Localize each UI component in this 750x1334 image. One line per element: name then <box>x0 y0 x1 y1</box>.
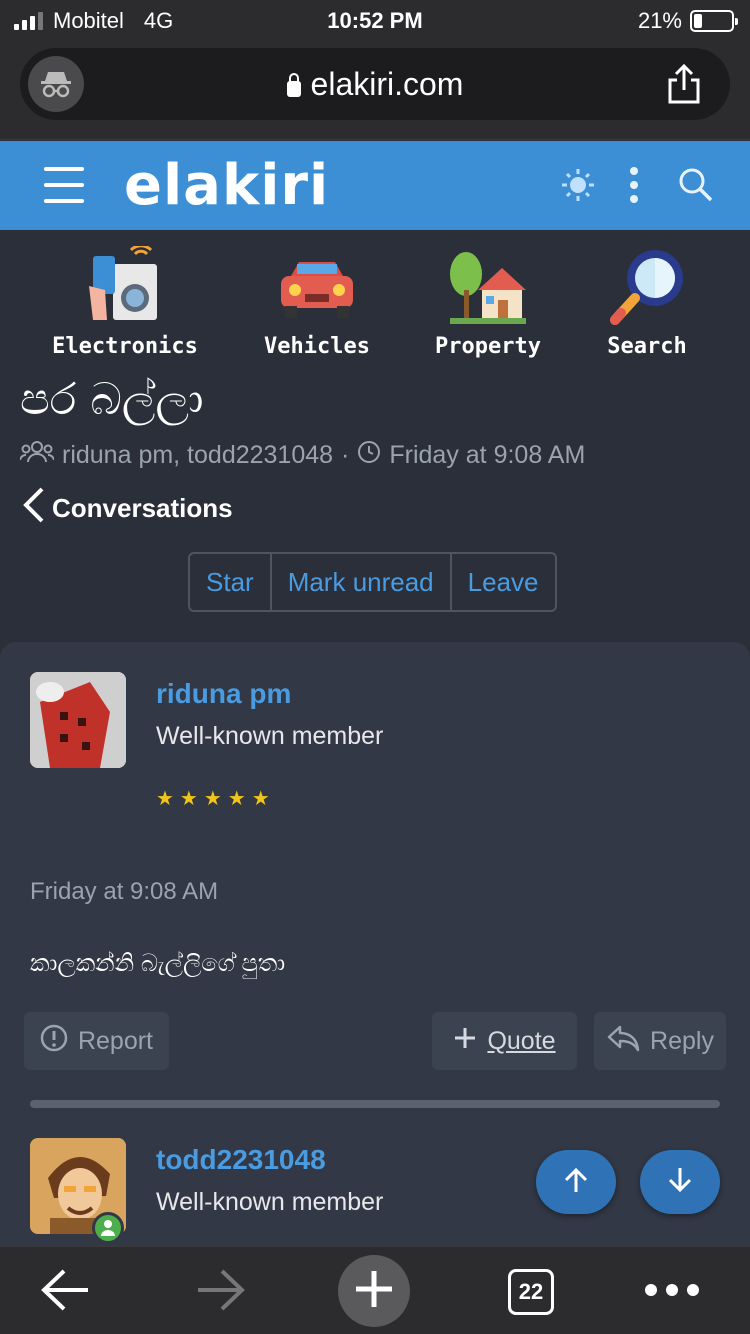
leave-button[interactable]: Leave <box>452 554 555 610</box>
avatar[interactable] <box>30 672 126 768</box>
more-vertical-icon[interactable] <box>614 165 654 205</box>
category-vehicles[interactable]: Vehicles <box>232 246 402 359</box>
alert-icon <box>40 1024 68 1059</box>
rating-stars: ★★★★★ <box>156 788 276 810</box>
reply-icon <box>606 1024 640 1059</box>
category-row: Electronics Vehicles Property Search <box>0 244 750 366</box>
category-label: Property <box>435 334 541 359</box>
forward-arrow-icon[interactable] <box>196 1267 246 1318</box>
username[interactable]: riduna pm <box>156 678 291 710</box>
battery-percent: 21% <box>637 8 682 33</box>
search-icon[interactable] <box>676 165 716 205</box>
tabs-button[interactable]: 22 <box>508 1269 554 1315</box>
conversation-actions: Star Mark unread Leave <box>188 552 557 612</box>
online-status-icon <box>92 1212 124 1244</box>
plus-icon <box>354 1269 394 1314</box>
message-divider <box>30 1100 720 1108</box>
username[interactable]: todd2231048 <box>156 1144 326 1176</box>
meta-separator: · <box>341 441 350 469</box>
more-horizontal-icon[interactable] <box>644 1283 700 1302</box>
message-date[interactable]: Friday at 9:08 AM <box>30 878 218 906</box>
scroll-down-button[interactable] <box>640 1150 720 1214</box>
share-icon[interactable] <box>664 62 704 106</box>
category-label: Electronics <box>52 334 198 359</box>
sun-icon[interactable] <box>558 165 598 205</box>
arrow-down-icon <box>666 1166 694 1199</box>
electronics-icon <box>83 244 167 330</box>
browser-toolbar: elakiri.com <box>0 40 750 140</box>
back-arrow-icon[interactable] <box>40 1267 90 1318</box>
category-search[interactable]: Search <box>562 246 732 359</box>
category-label: Vehicles <box>264 334 370 359</box>
magnifier-icon <box>605 246 689 330</box>
chevron-left-icon <box>22 486 46 531</box>
browser-bottom-toolbar: 22 <box>0 1246 750 1334</box>
site-logo[interactable]: elakiri <box>124 153 329 218</box>
arrow-up-icon <box>562 1166 590 1199</box>
reply-button[interactable]: Reply <box>594 1012 726 1070</box>
page-title: පර බල්ලා <box>20 374 204 425</box>
user-title: Well-known member <box>156 1188 384 1216</box>
back-label: Conversations <box>52 493 233 523</box>
user-title: Well-known member <box>156 722 384 750</box>
lock-icon <box>286 73 301 97</box>
report-button[interactable]: Report <box>24 1012 169 1070</box>
quote-button[interactable]: Quote <box>432 1012 577 1070</box>
scroll-up-button[interactable] <box>536 1150 616 1214</box>
conversation-date[interactable]: Friday at 9:08 AM <box>389 441 585 470</box>
menu-icon[interactable] <box>44 167 84 203</box>
star-button[interactable]: Star <box>190 554 272 610</box>
car-icon <box>275 246 359 330</box>
category-electronics[interactable]: Electronics <box>40 244 210 359</box>
report-label: Report <box>77 1026 154 1055</box>
battery-icon <box>690 10 738 32</box>
site-header: elakiri <box>0 141 750 230</box>
message-body: කාලකන්නි බැල්ලිගේ පුතා <box>30 950 286 977</box>
clock-icon <box>357 440 381 471</box>
participants-link[interactable]: riduna pm, todd2231048 <box>62 441 333 470</box>
category-label: Search <box>607 334 687 359</box>
back-to-conversations[interactable]: Conversations <box>22 486 233 531</box>
status-bar: Mobitel 4G 10:52 PM 21% <box>0 0 750 40</box>
address-bar[interactable]: elakiri.com <box>20 48 730 120</box>
plus-icon <box>453 1026 477 1057</box>
mark-unread-button[interactable]: Mark unread <box>272 554 452 610</box>
new-tab-button[interactable] <box>338 1255 410 1327</box>
quote-label: Quote <box>487 1026 556 1055</box>
conversation-meta: riduna pm, todd2231048 · Friday at 9:08 … <box>19 440 585 471</box>
category-property[interactable]: Property <box>403 246 573 359</box>
house-icon <box>446 246 530 330</box>
reply-label: Reply <box>650 1026 714 1055</box>
participants-icon <box>19 440 55 471</box>
url-text: elakiri.com <box>310 66 464 102</box>
